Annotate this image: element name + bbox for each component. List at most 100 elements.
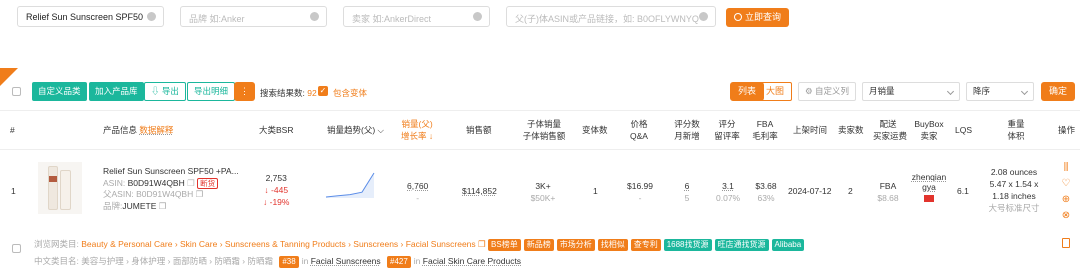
sellers-value[interactable]: 2 [848,186,853,197]
more-button[interactable]: ⋮ [234,82,255,101]
add-library-button[interactable]: 加入产品库 [89,82,144,101]
market-analysis-tag[interactable]: 市场分析 [556,239,595,251]
sort-arrow-icon: ↓ [428,131,434,141]
weight-cell: 2.08 ounces 5.47 x 1.54 x 1.18 inches 大号… [982,166,1046,214]
rank-badge: #427 [387,256,411,268]
rank-in: in [413,256,421,266]
reviews-value[interactable]: 6 [680,180,694,192]
gear-icon: ⚙ [805,86,813,96]
col-sales[interactable]: 销量(父) 增长率 ↓ [401,118,433,142]
sales-value[interactable]: 6,760 [407,180,428,192]
col-trend[interactable]: 销量趋势(父) ⌵ [327,124,384,136]
sales-trend-chart[interactable] [325,170,377,200]
sort-field-select[interactable]: 月销量 [862,82,960,101]
chevron-down-icon [946,87,955,96]
calculator-icon[interactable] [1062,238,1070,248]
col-child-revenue: 子体销售额 [522,131,566,141]
seller-input[interactable]: 卖家 如:AnkerDirect [343,6,490,27]
brand-value[interactable]: JUMETE [122,201,156,211]
find-similar-tag[interactable]: 找相似 [597,239,628,251]
dims-value: 5.47 x 1.54 x 1.18 inches [989,179,1039,201]
category-line: 浏览网类目: Beauty & Personal Care › Skin Car… [34,238,807,251]
rank-category-link[interactable]: Facial Skin Care Products [423,256,521,266]
bar-chart-icon[interactable]: ⫼ [1060,160,1072,176]
wangdian-tag[interactable]: 旺店通找货源 [714,239,769,251]
view-grid-tab[interactable]: 大图 [758,82,793,101]
col-fba: FBA 毛利率 [752,118,778,142]
category-label: 浏览网类目: [34,239,79,249]
asin-input[interactable]: 父(子)体ASIN或产品链接，如: B0OFLYWNYQ [506,6,716,27]
category-path[interactable]: Beauty & Personal Care › Skin Care › Sun… [81,239,478,249]
parent-asin-line: 父ASIN: B0D91W4QBH ❐ [103,189,239,201]
category-crumb[interactable]: Sunscreens & Tanning Products [225,239,346,249]
product-info: Relief Sun Sunscreen SPF50 +PA... ASIN: … [103,166,239,212]
data-explain-link[interactable]: 数据解释 [139,125,173,135]
bsr-pct: ↓ -19% [263,197,290,207]
category-crumb[interactable]: Skin Care [180,239,217,249]
row-checkbox[interactable] [12,244,21,253]
revenue-value[interactable]: $114,852 [462,186,497,197]
patent-tag[interactable]: 查专利 [630,239,661,251]
result-prefix: 搜索结果数: [260,88,305,98]
sort-order-select[interactable]: 降序 [966,82,1034,101]
parent-asin-value[interactable]: B0D91W4QBH [136,189,193,199]
delivery-value: FBA [879,181,897,191]
copy-icon[interactable]: ❐ [196,189,204,199]
col-retention: 留评率 [714,131,740,141]
brand-label: 品牌: [103,200,123,211]
new-rank-tag[interactable]: 新品榜 [523,239,554,251]
seller-placeholder: 卖家 如:AnkerDirect [352,14,432,24]
download-icon[interactable]: ⊕ [1060,192,1072,208]
heart-icon[interactable]: ♡ [1060,176,1072,192]
bsr-value: 2,753 [265,173,287,183]
clear-icon[interactable] [473,12,482,21]
query-button[interactable]: 立即查询 [726,8,790,27]
export-detail-button[interactable]: 导出明细 [187,82,236,101]
fba-cell: $3.68 63% [754,180,778,204]
product-title[interactable]: Relief Sun Sunscreen SPF50 +PA... [103,166,239,178]
keyword-input[interactable]: Relief Sun Sunscreen SPF50 [17,6,164,27]
clear-icon[interactable] [310,12,319,21]
rank-category-link[interactable]: Facial Sunscreens [311,256,381,266]
col-reviews-label: 评分数 [674,119,700,129]
custom-columns-button[interactable]: ⚙ 自定义列 [798,82,856,101]
bs-rank-tag[interactable]: BS榜单 [488,239,521,251]
copy-icon[interactable]: ❐ [478,239,486,249]
pin-corner-icon [0,68,18,86]
confirm-button[interactable]: 确定 [1041,82,1076,101]
col-actions: 操作 [1058,125,1076,135]
alibaba-tag[interactable]: Alibaba [771,239,805,251]
fba-fee-value: $3.68 [755,181,777,191]
row-index: 1 [11,186,16,196]
brand-input[interactable]: 品牌 如:Anker [180,6,327,27]
bsr-change: ↓ -445 [264,185,289,195]
close-circle-icon[interactable]: ⊗ [1060,208,1072,224]
price-value: $16.99 [627,181,653,191]
link-icon[interactable]: ❐ [159,201,167,211]
category-crumb[interactable]: Beauty & Personal Care [81,239,172,249]
chevron-down-icon [1020,87,1029,96]
category-crumb[interactable]: Facial Sunscreens [406,239,476,249]
asin-value[interactable]: B0D91W4QBH [128,178,185,188]
custom-category-button[interactable]: 自定义品类 [32,82,87,101]
col-launch: 上架时间 [793,125,828,135]
category-crumb[interactable]: Sunscreens [353,239,398,249]
copy-icon[interactable]: ❐ [187,178,195,188]
product-image[interactable] [38,162,82,214]
cn-category-path: 美容与护理 › 身体护理 › 面部防晒 › 防晒霜 › 防晒霜 [81,256,273,266]
buybox-seller-value[interactable]: zhenqiangya [911,172,947,192]
launch-date: 2024-07-12 [788,186,832,196]
select-all-checkbox[interactable] [12,87,21,96]
include-variants-checkbox[interactable]: ✓ [318,86,328,96]
rating-value[interactable]: 3.1 [716,180,740,192]
col-weight: 重量 体积 [1006,118,1026,142]
reviews-cell: 6 5 [680,180,694,204]
source-1688-tag[interactable]: 1688找货源 [663,239,712,251]
clear-icon[interactable] [147,12,156,21]
asin-line: ASIN: B0D91W4QBH ❐ 断货 [103,177,239,190]
col-rating: 评分 留评率 [714,118,740,142]
export-button[interactable]: ⇩ 导出 [144,82,186,101]
clear-icon[interactable] [699,12,708,21]
chevron-down-icon: ⌵ [377,125,384,135]
sales-growth: - [416,193,420,203]
